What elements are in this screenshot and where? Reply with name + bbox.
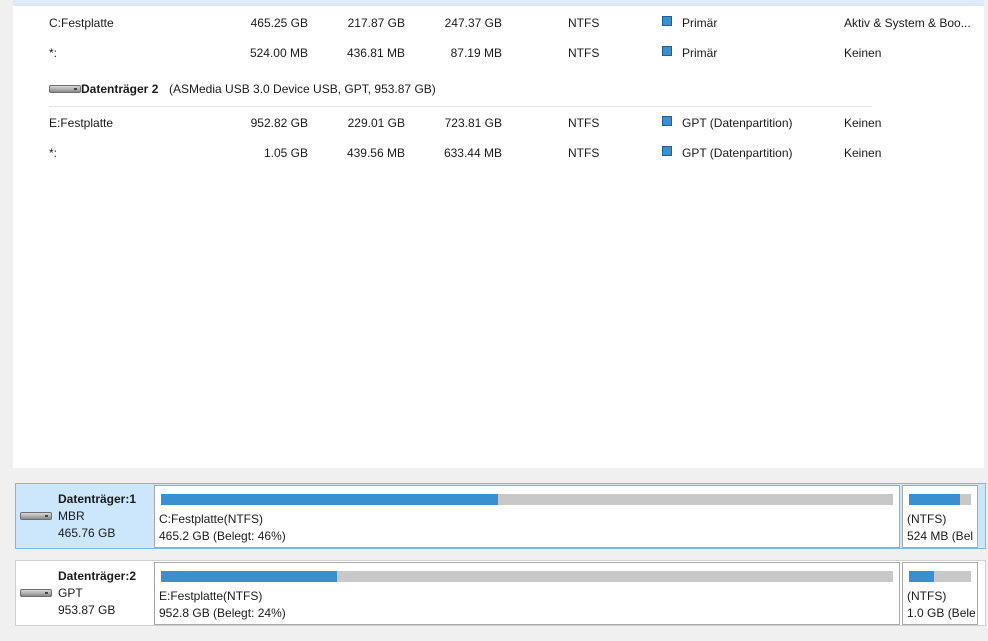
partition-type-label: GPT (Datenpartition) [682,116,793,130]
list-header-edge [13,0,984,6]
partition-block-name: C:Festplatte(NTFS) [159,512,264,526]
partition-status: Keinen [844,46,882,60]
partition-block-detail: 952.8 GB (Belegt: 24%) [159,606,286,620]
usage-bar-fill [909,571,935,582]
partition-block-name: (NTFS) [907,589,947,603]
partition-status: Aktiv & System & Boo... [844,16,971,30]
divider [49,106,872,107]
table-row[interactable]: *: 524.00 MB 436.81 MB 87.19 MB NTFS Pri… [13,38,984,68]
partition-type-label: GPT (Datenpartition) [682,146,793,160]
partition-used: 436.81 MB [346,46,405,60]
partition-filesystem: NTFS [568,116,600,130]
disk-2-label: Datenträger:2 [58,569,137,583]
usage-bar-fill [161,494,498,505]
hard-drive-icon [20,512,52,522]
table-row[interactable]: *: 1.05 GB 439.56 MB 633.44 MB NTFS GPT … [13,138,984,168]
partition-free: 723.81 GB [444,116,502,130]
partition-filesystem: NTFS [568,16,600,30]
disk-1-style: MBR [58,509,85,523]
partition-block-detail: 1.0 GB (Bele [907,606,976,620]
partition-block-detail: 524 MB (Bel [907,529,974,543]
partition-block-system[interactable]: (NTFS) 524 MB (Bel [902,485,978,548]
usage-bar-fill [909,494,961,505]
partition-free: 247.37 GB [444,16,502,30]
partition-name: *: [49,146,58,160]
disk-1-info[interactable]: Datenträger:1 MBR 465.76 GB [16,484,154,548]
partition-filesystem: NTFS [568,146,600,160]
partition-block-e[interactable]: E:Festplatte(NTFS) 952.8 GB (Belegt: 24%… [154,562,900,625]
hard-drive-icon [49,85,81,95]
usage-bar-fill [161,571,337,582]
disk-2-info-panel[interactable]: Datenträger:2 GPT 953.87 GB [16,561,154,625]
square-icon [662,16,672,26]
partition-name: E:Festplatte [49,116,114,130]
partition-status: Keinen [844,146,882,160]
disk-2-card[interactable]: Datenträger:2 GPT 953.87 GB E:Festplatte… [15,560,986,626]
square-icon [662,46,672,56]
partition-name: C:Festplatte [49,16,114,30]
partition-block-data[interactable]: (NTFS) 1.0 GB (Bele [902,562,978,625]
partition-block-name: (NTFS) [907,512,947,526]
disk-2-style: GPT [58,586,83,600]
disk-2-size: 953.87 GB [58,603,116,617]
usage-bar [161,494,893,505]
square-icon [662,116,672,126]
partition-filesystem: NTFS [568,46,600,60]
partition-list: C:Festplatte 465.25 GB 217.87 GB 247.37 … [13,0,984,468]
partition-free: 633.44 MB [443,146,502,160]
partition-type: GPT (Datenpartition) [662,108,793,138]
disk-2-info: (ASMedia USB 3.0 Device USB, GPT, 953.87… [169,82,436,96]
partition-type: Primär [662,38,717,68]
partition-name: *: [49,46,58,60]
partition-block-c[interactable]: C:Festplatte(NTFS) 465.2 GB (Belegt: 46%… [154,485,900,548]
table-row[interactable]: C:Festplatte 465.25 GB 217.87 GB 247.37 … [13,8,984,38]
partition-type: GPT (Datenpartition) [662,138,793,168]
partition-used: 229.01 GB [347,116,405,130]
partition-capacity: 524.00 MB [249,46,308,60]
partition-type-label: Primär [682,16,718,30]
partition-capacity: 465.25 GB [250,16,308,30]
partition-capacity: 1.05 GB [263,146,308,160]
partition-used: 217.87 GB [347,16,405,30]
disk-1-label: Datenträger:1 [58,492,137,506]
usage-bar [909,494,971,505]
disk-2-name: Datenträger 2 [81,82,159,96]
partition-type-label: Primär [682,46,718,60]
partition-used: 439.56 MB [346,146,405,160]
hard-drive-icon [20,589,52,599]
partition-status: Keinen [844,116,882,130]
partition-free: 87.19 MB [450,46,502,60]
partition-capacity: 952.82 GB [250,116,308,130]
partition-block-name: E:Festplatte(NTFS) [159,589,263,603]
usage-bar [161,571,893,582]
partition-type: Primär [662,8,717,38]
disk-1-size: 465.76 GB [58,526,116,540]
table-row[interactable]: E:Festplatte 952.82 GB 229.01 GB 723.81 … [13,108,984,138]
usage-bar [909,571,971,582]
square-icon [662,146,672,156]
disk-1-card[interactable]: Datenträger:1 MBR 465.76 GB C:Festplatte… [15,483,986,549]
partition-block-detail: 465.2 GB (Belegt: 46%) [159,529,286,543]
disk-map: Datenträger:1 MBR 465.76 GB C:Festplatte… [13,478,986,641]
